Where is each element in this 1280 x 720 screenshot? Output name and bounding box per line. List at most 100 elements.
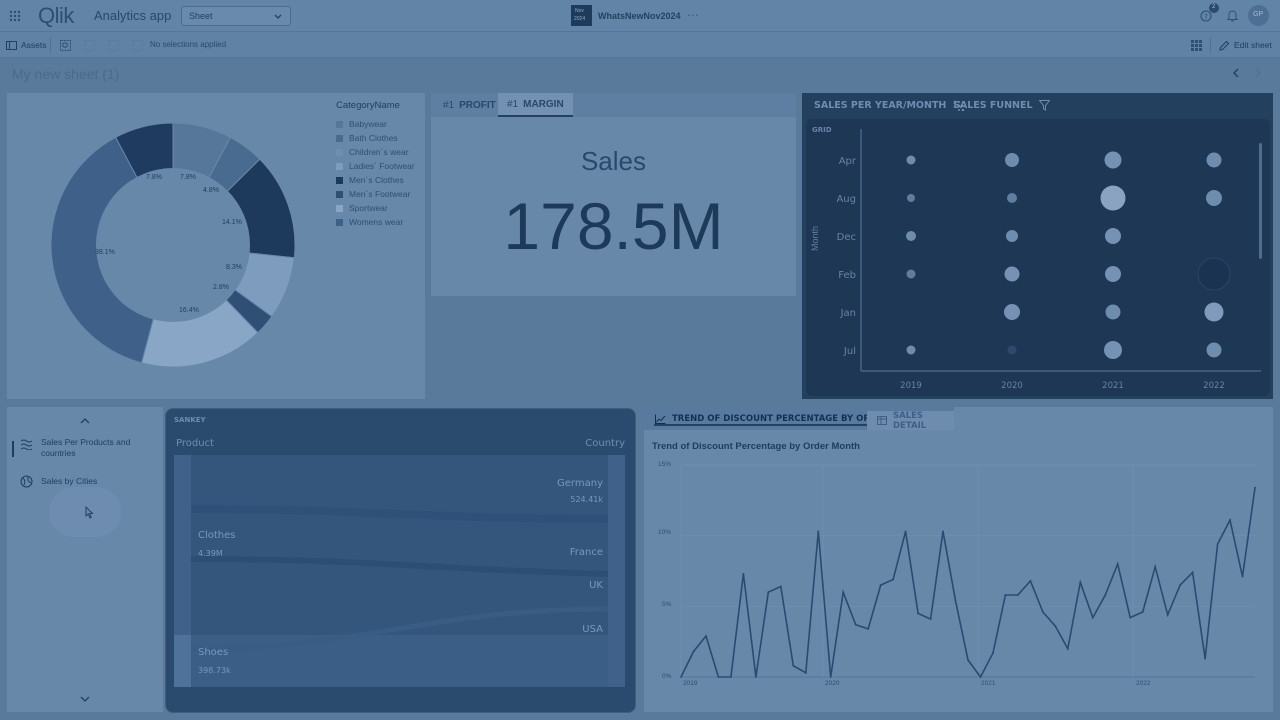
app-grid-icon[interactable]	[8, 9, 22, 23]
donut-chart[interactable]	[43, 115, 303, 375]
qlik-logo[interactable]: Qlik	[38, 3, 74, 29]
trend-point[interactable]	[917, 612, 919, 615]
sankey-flow-shoes[interactable]	[191, 635, 608, 687]
trend-point[interactable]	[892, 578, 895, 581]
legend-item[interactable]: Womens wear	[336, 215, 415, 229]
trend-point[interactable]	[867, 628, 870, 630]
sankey-panel[interactable]: SANKEY Product Country Clothes 4.39M Sho…	[165, 408, 636, 713]
trend-chart-panel[interactable]: TREND OF DISCOUNT PERCENTAGE BY ORDER MO…	[644, 407, 1273, 712]
chevron-down-icon[interactable]	[79, 694, 91, 704]
legend-item[interactable]: Bath Clothes	[336, 131, 415, 145]
grid-bubble[interactable]	[1005, 153, 1019, 167]
grid-bubble[interactable]	[1104, 341, 1122, 359]
trend-point[interactable]	[929, 618, 932, 620]
trend-point[interactable]	[1029, 579, 1032, 582]
clear-selections-icon[interactable]	[131, 39, 143, 51]
trend-point[interactable]	[1204, 657, 1206, 660]
trend-point[interactable]	[817, 530, 820, 533]
trend-point[interactable]	[1216, 543, 1219, 546]
trend-point[interactable]	[1066, 647, 1069, 650]
grid-bubble[interactable]	[1007, 345, 1017, 355]
edit-sheet-button[interactable]: Edit sheet	[1234, 40, 1272, 50]
legend-item[interactable]: Men´s Footwear	[336, 187, 415, 201]
sankey-node-clothes[interactable]	[174, 455, 191, 635]
sankey-diagram[interactable]	[166, 409, 637, 714]
trend-point[interactable]	[804, 671, 807, 674]
trend-point[interactable]	[942, 530, 944, 533]
more-menu-button[interactable]: ⋯	[687, 8, 699, 22]
legend-item[interactable]: Children´s wear	[336, 145, 415, 159]
trend-point[interactable]	[717, 676, 720, 678]
grid-bubble[interactable]	[1197, 257, 1231, 291]
trend-point[interactable]	[1229, 519, 1231, 522]
smart-search-icon[interactable]	[59, 39, 71, 51]
trend-point[interactable]	[767, 591, 770, 594]
trend-point[interactable]	[680, 676, 682, 678]
trend-point[interactable]	[742, 572, 745, 575]
trend-point[interactable]	[1129, 616, 1132, 619]
grid-bubble[interactable]	[1007, 193, 1017, 203]
next-sheet-icon[interactable]	[1252, 67, 1264, 79]
grid-bubble-chart[interactable]: Apr Aug Dec Feb Jan Jul 2019 2020 2021 2022	[806, 119, 1270, 396]
view-select[interactable]: Sheet	[181, 6, 291, 26]
sankey-flow-clothes[interactable]	[191, 455, 608, 635]
grid-bubble[interactable]	[1006, 230, 1018, 242]
sheet-list-item-sales-cities[interactable]: Sales by Cities	[19, 474, 97, 488]
grid-bubble[interactable]	[1105, 266, 1121, 282]
trend-point[interactable]	[1054, 625, 1057, 628]
grid-bubble[interactable]	[1105, 304, 1121, 320]
grid-view-icon[interactable]	[1190, 39, 1202, 51]
trend-point[interactable]	[854, 623, 857, 626]
grid-bubble[interactable]	[906, 231, 916, 241]
trend-point[interactable]	[1166, 613, 1169, 616]
trend-point[interactable]	[829, 676, 832, 678]
trend-point[interactable]	[992, 652, 994, 654]
trend-point[interactable]	[1141, 611, 1144, 613]
trend-line-chart[interactable]	[644, 407, 1273, 712]
trend-point[interactable]	[1017, 594, 1019, 596]
trend-point[interactable]	[1079, 581, 1082, 584]
sankey-node-shoes[interactable]	[174, 635, 191, 687]
sankey-node-right[interactable]	[608, 455, 625, 687]
step-back-icon[interactable]	[83, 39, 95, 51]
trend-point[interactable]	[792, 664, 795, 667]
legend-item[interactable]: Babywear	[336, 117, 415, 131]
chevron-up-icon[interactable]	[79, 415, 91, 425]
bell-icon[interactable]	[1226, 9, 1238, 22]
grid-bubble[interactable]	[1204, 302, 1224, 322]
grid-bubble[interactable]	[907, 194, 915, 202]
grid-bubble[interactable]	[1105, 228, 1121, 244]
assets-panel-icon[interactable]	[6, 40, 17, 50]
pencil-icon[interactable]	[1218, 39, 1230, 51]
grid-bubble[interactable]	[1004, 266, 1020, 282]
grid-bubble[interactable]	[906, 155, 916, 165]
trend-point[interactable]	[954, 599, 957, 602]
sheet-list-item-sales-products[interactable]: Sales Per Products and countries	[19, 437, 159, 459]
step-forward-icon[interactable]	[107, 39, 119, 51]
tab-sales-funnel[interactable]: SALES FUNNEL	[953, 99, 1051, 111]
previous-sheet-icon[interactable]	[1230, 67, 1242, 79]
trend-point[interactable]	[904, 530, 907, 533]
trend-point[interactable]	[879, 584, 882, 587]
trend-point[interactable]	[1154, 565, 1157, 568]
tab-sales-per-year-month[interactable]: SALES PER YEAR/MONTH	[814, 99, 964, 111]
grid-scrollbar[interactable]	[1259, 143, 1262, 259]
trend-point[interactable]	[1179, 584, 1182, 587]
grid-bubble[interactable]	[1206, 342, 1222, 358]
trend-point[interactable]	[692, 650, 695, 653]
trend-point[interactable]	[1116, 563, 1119, 565]
tab-profit[interactable]: #1 PROFIT	[434, 93, 505, 117]
donut-chart-panel[interactable]: 7.8% 7.8% 4.8% 14.1% 8.3% 2.8% 16.4% 38.…	[7, 93, 425, 399]
trend-point[interactable]	[1091, 616, 1094, 619]
trend-point[interactable]	[1041, 611, 1044, 613]
avatar[interactable]: GP	[1248, 5, 1269, 26]
trend-point[interactable]	[1241, 575, 1244, 578]
grid-bubble[interactable]	[1004, 304, 1020, 320]
trend-point[interactable]	[754, 676, 757, 678]
trend-point[interactable]	[779, 585, 782, 588]
grid-bubble[interactable]	[1206, 152, 1222, 168]
trend-point[interactable]	[730, 676, 732, 678]
legend-item[interactable]: Sportwear	[336, 201, 415, 215]
trend-point[interactable]	[1254, 486, 1256, 489]
grid-bubble[interactable]	[1206, 190, 1222, 206]
